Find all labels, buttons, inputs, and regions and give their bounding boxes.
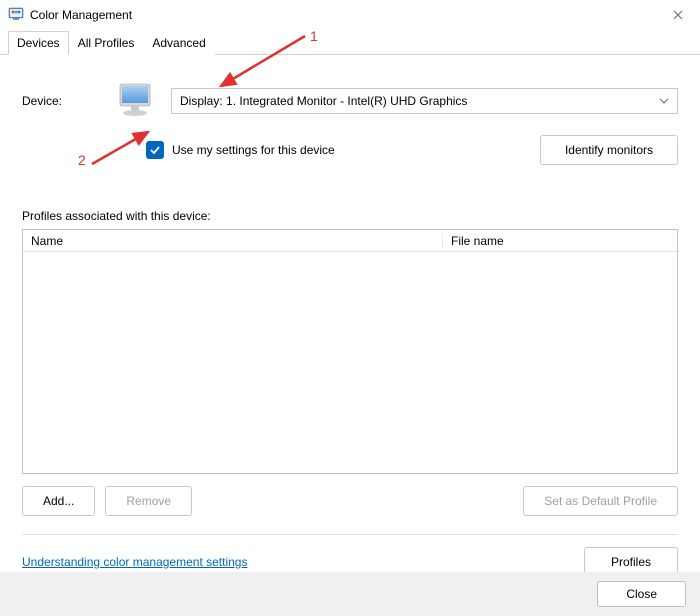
- device-row: Device: Display: 1. Integrated Monitor -…: [22, 81, 678, 121]
- close-button-label: Close: [626, 587, 657, 601]
- tab-all-profiles[interactable]: All Profiles: [69, 31, 144, 55]
- profiles-button-label: Profiles: [611, 555, 651, 569]
- footer: Close: [0, 572, 700, 616]
- table-header: Name File name: [23, 230, 677, 252]
- use-my-settings-label: Use my settings for this device: [172, 143, 335, 157]
- device-label: Device:: [22, 94, 107, 108]
- tab-advanced-label: Advanced: [152, 36, 205, 50]
- remove-button: Remove: [105, 486, 192, 516]
- titlebar: Color Management: [0, 0, 700, 30]
- tab-advanced[interactable]: Advanced: [143, 31, 214, 55]
- tab-bar: Devices All Profiles Advanced: [0, 30, 700, 55]
- profiles-table[interactable]: Name File name: [22, 229, 678, 474]
- set-default-profile-label: Set as Default Profile: [544, 494, 657, 508]
- titlebar-left: Color Management: [8, 6, 132, 25]
- monitor-icon: [117, 81, 157, 121]
- settings-row: Use my settings for this device Identify…: [22, 135, 678, 165]
- chevron-down-icon: [659, 96, 669, 107]
- profile-button-row: Add... Remove Set as Default Profile: [22, 486, 678, 516]
- tab-devices-label: Devices: [17, 36, 60, 50]
- spacer: [202, 486, 513, 516]
- remove-button-label: Remove: [126, 494, 171, 508]
- tab-all-profiles-label: All Profiles: [78, 36, 135, 50]
- understanding-link[interactable]: Understanding color management settings: [22, 555, 247, 569]
- close-icon[interactable]: [664, 1, 692, 29]
- divider: [22, 534, 678, 535]
- set-default-profile-button: Set as Default Profile: [523, 486, 678, 516]
- tab-devices[interactable]: Devices: [8, 31, 69, 55]
- add-button[interactable]: Add...: [22, 486, 95, 516]
- identify-monitors-label: Identify monitors: [565, 143, 653, 157]
- profiles-section-label: Profiles associated with this device:: [22, 209, 678, 223]
- device-select-value: Display: 1. Integrated Monitor - Intel(R…: [180, 94, 467, 108]
- column-header-filename[interactable]: File name: [443, 234, 677, 248]
- content: Device: Display: 1. Integrated Monitor -…: [0, 55, 700, 577]
- use-my-settings-checkbox[interactable]: [146, 141, 164, 159]
- close-button[interactable]: Close: [597, 581, 686, 607]
- app-icon: [8, 6, 24, 25]
- identify-monitors-button[interactable]: Identify monitors: [540, 135, 678, 165]
- device-select[interactable]: Display: 1. Integrated Monitor - Intel(R…: [171, 88, 678, 114]
- window-title: Color Management: [30, 8, 132, 22]
- column-header-name[interactable]: Name: [23, 234, 443, 248]
- add-button-label: Add...: [43, 494, 74, 508]
